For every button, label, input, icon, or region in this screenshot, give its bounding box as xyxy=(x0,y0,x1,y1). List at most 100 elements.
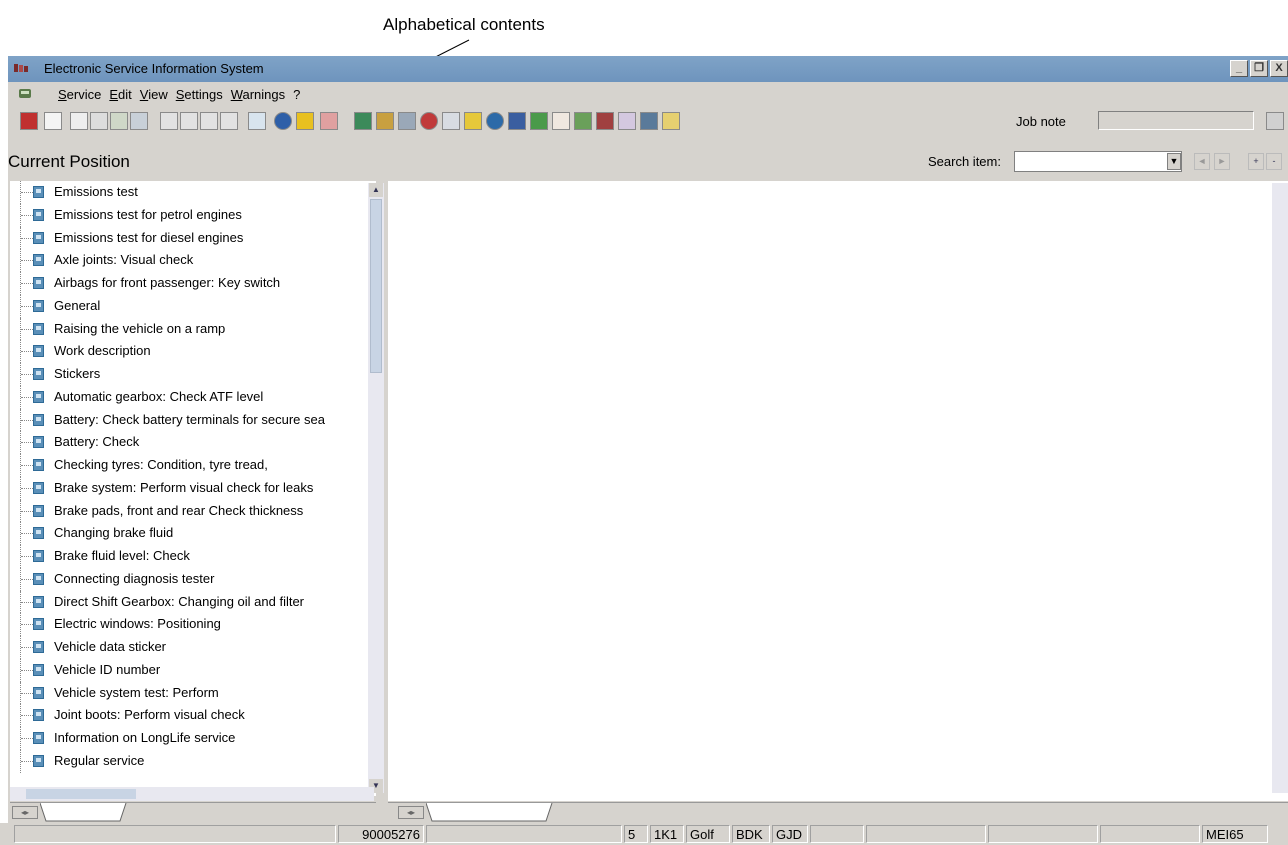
search-forward-icon[interactable]: ► xyxy=(1214,153,1230,170)
status-cell-empty xyxy=(866,825,986,843)
document-vertical-scrollbar[interactable] xyxy=(1272,183,1288,793)
tree-vertical-scrollbar[interactable]: ▲ ▼ xyxy=(368,183,384,793)
search-back-icon[interactable]: ◄ xyxy=(1194,153,1210,170)
document-tab-strip: ◂▸ xyxy=(388,802,1288,823)
job-note-label: Job note xyxy=(1016,114,1066,129)
status-cell-empty xyxy=(426,825,622,843)
tree-item-label: Vehicle data sticker xyxy=(54,639,167,654)
menu-service[interactable]: Service xyxy=(58,87,101,102)
settings-icon[interactable] xyxy=(640,112,658,130)
tree-item-label: General xyxy=(54,297,101,313)
leaf-icon[interactable] xyxy=(530,112,548,130)
tree-item-label: Direct Shift Gearbox: Changing oil and f… xyxy=(54,593,305,609)
document-icon xyxy=(33,436,44,449)
tree-item-label: Changing brake fluid xyxy=(54,525,174,541)
tree-hscroll-thumb[interactable] xyxy=(26,789,136,799)
chart-icon[interactable] xyxy=(574,112,592,130)
tree-item-label: Brake pads, front and rear Check thickne… xyxy=(54,502,304,518)
service-icon[interactable] xyxy=(20,112,38,130)
status-cell-empty xyxy=(988,825,1098,843)
status-cell-empty xyxy=(14,825,336,843)
previous-page-icon[interactable] xyxy=(180,112,198,130)
tree-item-label: Airbags for front passenger: Key switch xyxy=(54,275,281,290)
document-tab[interactable] xyxy=(426,803,556,823)
document-icon xyxy=(33,413,44,426)
document-icon xyxy=(33,527,44,540)
document-icon xyxy=(33,550,44,562)
tree-item-label: Regular service xyxy=(54,752,145,768)
tree-item-label: Brake fluid level: Check xyxy=(54,548,190,563)
chevron-down-icon[interactable]: ▼ xyxy=(1167,153,1181,170)
job-note-edit-icon[interactable] xyxy=(1266,112,1284,130)
tree-item-label: Battery: Check battery terminals for sec… xyxy=(54,411,325,427)
menu-warnings[interactable]: Warnings xyxy=(231,87,285,102)
tree-item-label: Checking tyres: Condition, tyre tread, xyxy=(54,457,268,472)
search-item-input[interactable] xyxy=(1014,151,1182,172)
list-icon[interactable] xyxy=(442,112,460,130)
document-icon xyxy=(33,686,44,699)
pane-collapse-icon[interactable]: - xyxy=(1266,153,1282,170)
engine-icon[interactable] xyxy=(398,112,416,130)
tree-scroll-thumb[interactable] xyxy=(370,199,382,373)
vehicle-icon[interactable] xyxy=(596,112,614,130)
position-bar: Current Position Search item: ▼ ◄ ► + - xyxy=(8,136,1288,178)
document-icon[interactable] xyxy=(70,112,88,130)
info-icon[interactable] xyxy=(274,112,292,130)
current-position-title: Current Position xyxy=(8,152,130,171)
tree-item-label: Information on LongLife service xyxy=(54,730,236,745)
manual-green-icon[interactable] xyxy=(354,112,372,130)
document-icon xyxy=(33,641,44,653)
minimize-button[interactable]: _ xyxy=(1230,60,1248,77)
status-bar: 90005276 5 1K1 Golf BDK GJD MEI65 xyxy=(0,823,1288,845)
print-icon[interactable] xyxy=(130,112,148,130)
job-note-field[interactable] xyxy=(1098,111,1254,130)
tree-item-label: Electric windows: Positioning xyxy=(54,616,221,632)
vehicle-model: Golf xyxy=(686,825,730,843)
key-icon[interactable] xyxy=(662,112,680,130)
last-page-icon[interactable] xyxy=(220,112,238,130)
car-icon xyxy=(19,89,31,98)
manual-gold-icon[interactable] xyxy=(376,112,394,130)
help-icon[interactable] xyxy=(296,112,314,130)
tools-icon[interactable] xyxy=(110,112,128,130)
scroll-up-icon[interactable]: ▲ xyxy=(369,183,383,197)
document-icon xyxy=(33,504,44,517)
menu-edit[interactable]: Edit xyxy=(109,87,131,102)
globe-icon[interactable] xyxy=(486,112,504,130)
tree-item-label: Vehicle system test: Perform xyxy=(54,684,219,700)
blank-page-icon[interactable] xyxy=(44,112,62,130)
tree-tab-strip: ◂▸ xyxy=(10,802,376,823)
tree-item-label: Stickers xyxy=(54,366,101,381)
clipboard-icon[interactable] xyxy=(618,112,636,130)
tree-item-label: Raising the vehicle on a ramp xyxy=(54,320,226,336)
edit-document-icon[interactable] xyxy=(90,112,108,130)
maximize-button[interactable]: ❐ xyxy=(1250,60,1268,77)
document-icon xyxy=(33,481,44,494)
next-page-icon[interactable] xyxy=(200,112,218,130)
document-icon xyxy=(33,459,44,471)
tree-horizontal-scrollbar[interactable] xyxy=(10,787,374,801)
swap-icon[interactable] xyxy=(320,112,338,130)
close-button[interactable]: X xyxy=(1270,60,1288,77)
tree-tab-nav-icon[interactable]: ◂▸ xyxy=(12,806,38,819)
document-tab-nav-icon[interactable]: ◂▸ xyxy=(398,806,424,819)
document-icon xyxy=(33,231,44,244)
diagnosis-icon[interactable] xyxy=(420,112,438,130)
return-icon[interactable] xyxy=(248,112,266,130)
status-cell-empty xyxy=(810,825,864,843)
first-page-icon[interactable] xyxy=(160,112,178,130)
menu-bar: Service Edit View Settings Warnings ? xyxy=(8,82,1288,106)
user-id: MEI65 xyxy=(1202,825,1268,843)
circuit-icon[interactable] xyxy=(552,112,570,130)
menu-settings[interactable]: Settings xyxy=(176,87,223,102)
document-icon xyxy=(33,618,44,631)
tree-tab[interactable] xyxy=(40,803,130,823)
menu-view[interactable]: View xyxy=(140,87,168,102)
menu-help[interactable]: ? xyxy=(293,87,300,102)
pane-expand-icon[interactable]: + xyxy=(1248,153,1264,170)
save-icon[interactable] xyxy=(508,112,526,130)
tree-item-label: Connecting diagnosis tester xyxy=(54,570,215,586)
warning-icon[interactable] xyxy=(464,112,482,130)
tree-item-label: Emissions test xyxy=(54,184,138,199)
tree-item-label: Joint boots: Perform visual check xyxy=(54,707,245,723)
